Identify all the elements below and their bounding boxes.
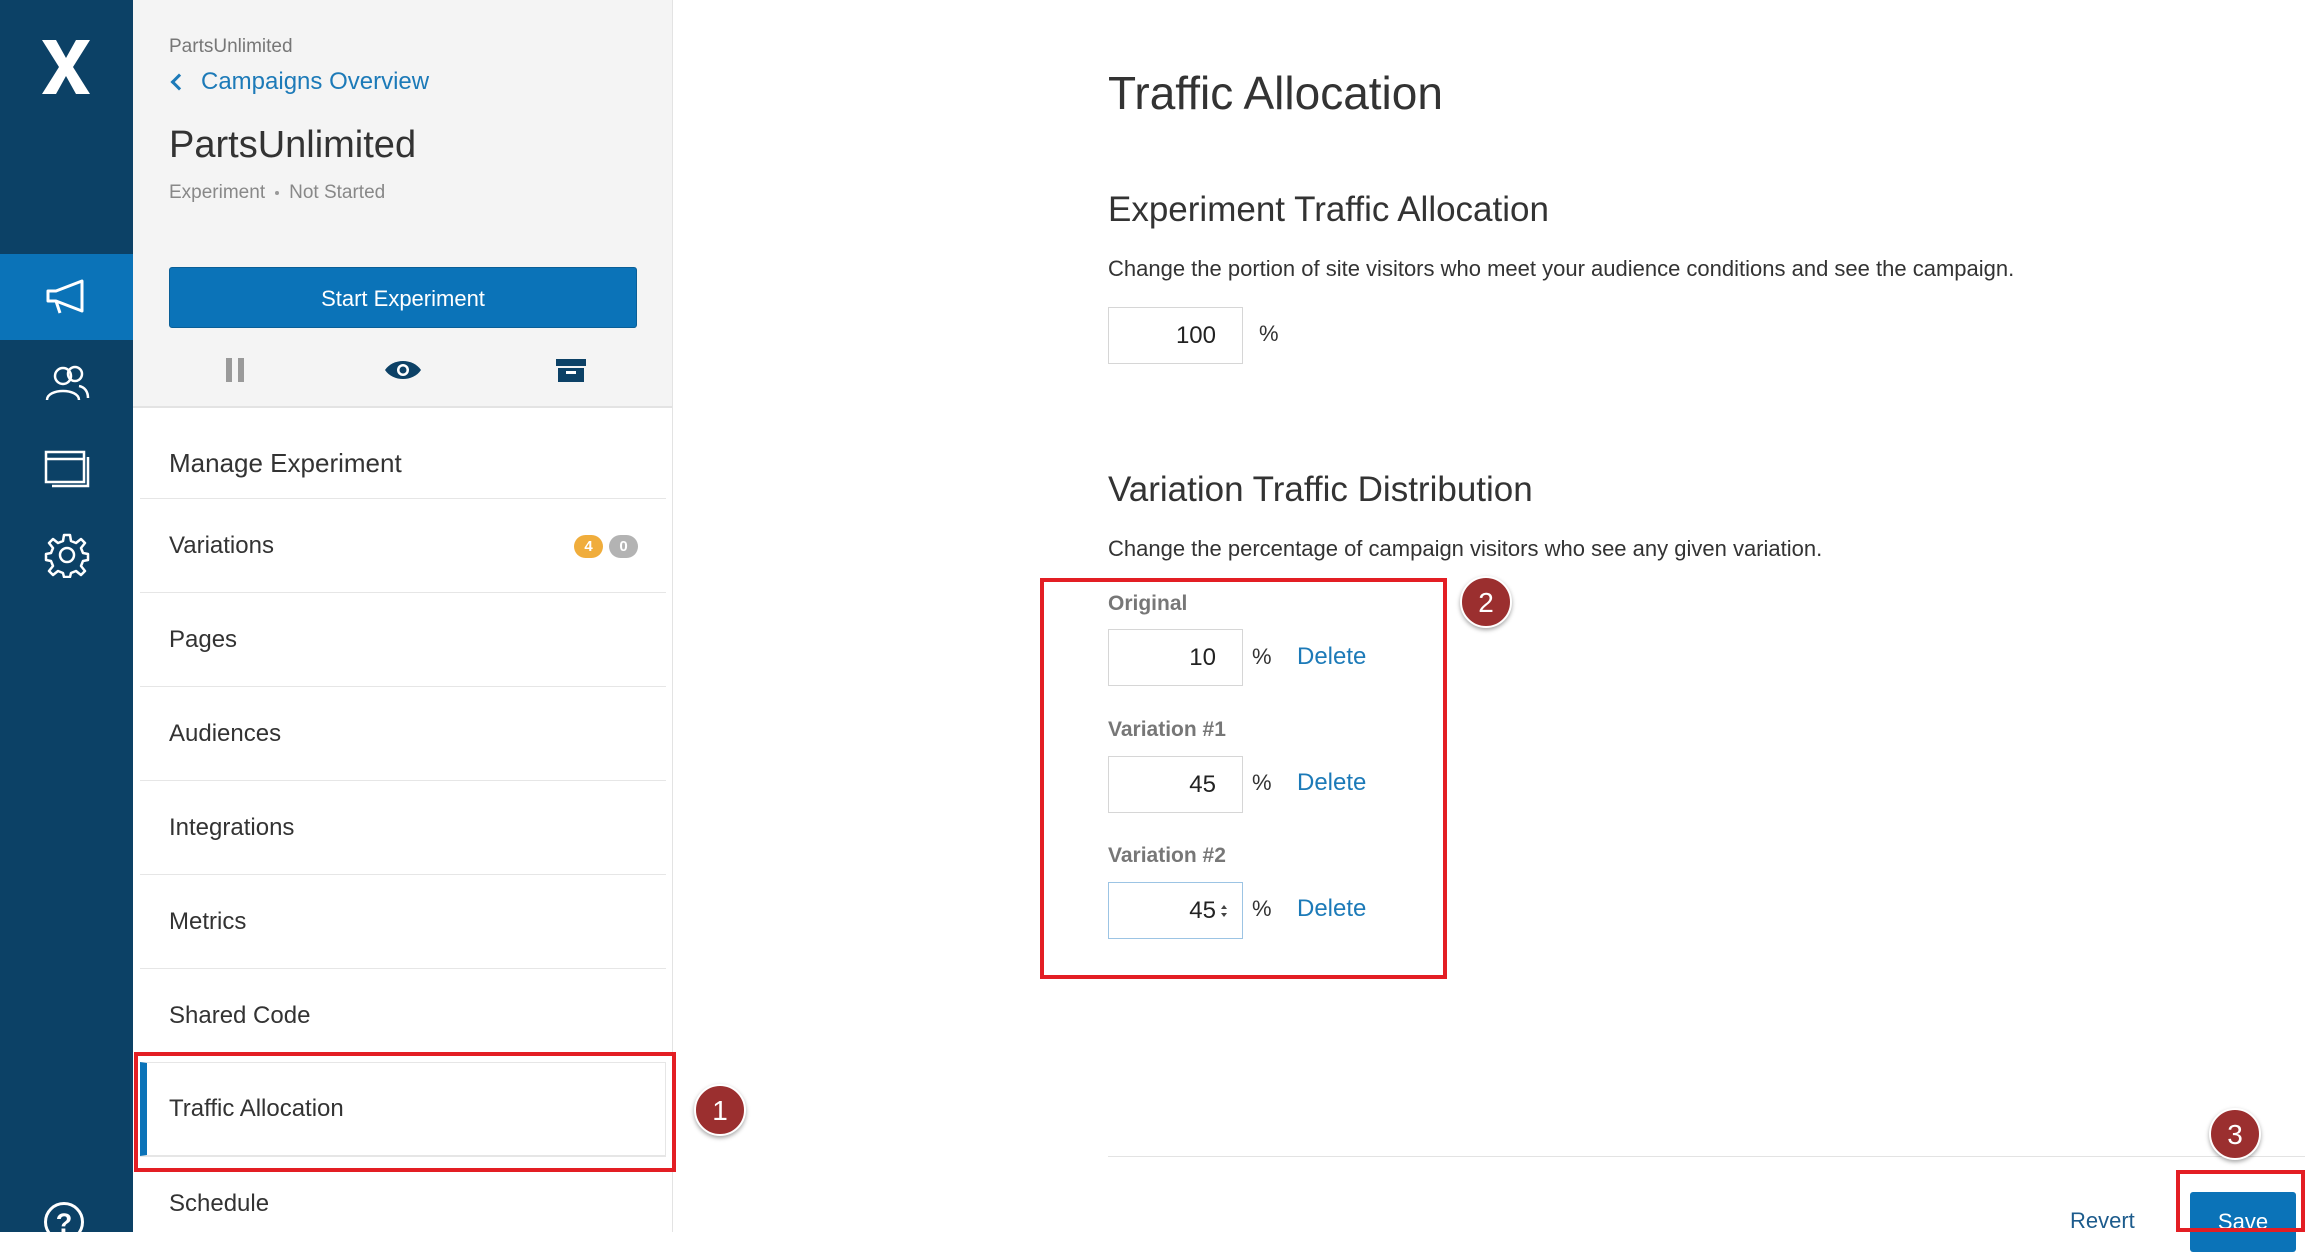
back-link[interactable]: Campaigns Overview xyxy=(169,68,429,96)
rail-item-campaigns[interactable] xyxy=(0,254,133,340)
nav-item-pages[interactable]: Pages xyxy=(140,592,666,686)
campaign-title: PartsUnlimited xyxy=(169,124,417,166)
chevron-left-icon xyxy=(170,73,188,91)
separator-dot xyxy=(275,191,280,195)
annotation-box-1 xyxy=(134,1052,676,1172)
campaign-meta: Experiment Not Started xyxy=(169,182,385,204)
app-rail: ? xyxy=(0,0,133,1242)
pause-icon xyxy=(226,358,244,382)
annotation-marker-3: 3 xyxy=(2209,1108,2261,1160)
help-icon[interactable]: ? xyxy=(44,1202,84,1242)
campaign-type: Experiment xyxy=(169,182,266,203)
variation-distribution-description: Change the percentage of campaign visito… xyxy=(1108,536,1823,561)
nav-item-label[interactable]: Metrics xyxy=(169,908,246,936)
experiment-allocation-input[interactable]: 100 xyxy=(1108,307,1243,364)
annotation-box-2 xyxy=(1040,578,1447,979)
experiment-allocation-description: Change the portion of site visitors who … xyxy=(1108,256,2015,281)
paused-count-badge: 0 xyxy=(609,535,638,558)
nav-item-shared-code[interactable]: Shared Code xyxy=(140,968,666,1062)
optimizely-logo[interactable] xyxy=(36,36,96,98)
rail-item-pages[interactable] xyxy=(0,426,133,512)
nav-item-label[interactable]: Schedule xyxy=(169,1190,269,1218)
variation-badges: 4 0 xyxy=(574,535,638,558)
annotation-marker-2: 2 xyxy=(1460,576,1512,628)
start-experiment-button[interactable]: Start Experiment xyxy=(169,267,637,328)
nav-item-metrics[interactable]: Metrics xyxy=(140,874,666,968)
nav-item-label[interactable]: Pages xyxy=(169,626,237,654)
nav-item-variations[interactable]: Variations 4 0 xyxy=(140,498,666,592)
back-link-label[interactable]: Campaigns Overview xyxy=(201,68,429,96)
eye-icon xyxy=(385,361,421,379)
revert-button[interactable]: Revert xyxy=(2070,1208,2135,1234)
audience-icon xyxy=(45,365,89,401)
archive-icon xyxy=(556,359,586,382)
nav-item-label[interactable]: Shared Code xyxy=(169,1002,310,1030)
variation-distribution-heading: Variation Traffic Distribution xyxy=(1108,470,1533,509)
gear-icon xyxy=(44,533,89,578)
rail-item-settings[interactable] xyxy=(0,512,133,598)
nav-item-label[interactable]: Audiences xyxy=(169,720,281,748)
nav-item-label[interactable]: Variations xyxy=(169,532,274,560)
experiment-allocation-heading: Experiment Traffic Allocation xyxy=(1108,190,1549,229)
manage-heading: Manage Experiment xyxy=(169,448,402,478)
campaign-header: PartsUnlimited Campaigns Overview PartsU… xyxy=(133,0,672,408)
pause-button[interactable] xyxy=(215,352,255,388)
megaphone-icon xyxy=(46,279,83,314)
nav-item-audiences[interactable]: Audiences xyxy=(140,686,666,780)
nav-item-integrations[interactable]: Integrations xyxy=(140,780,666,874)
nav-item-label[interactable]: Integrations xyxy=(169,814,294,842)
annotation-marker-1: 1 xyxy=(694,1084,746,1136)
pages-icon xyxy=(44,450,89,488)
preview-button[interactable] xyxy=(383,352,423,388)
active-count-badge: 4 xyxy=(574,535,603,558)
footer-divider xyxy=(1108,1156,2305,1157)
campaign-sidebar: PartsUnlimited Campaigns Overview PartsU… xyxy=(133,0,673,1232)
rail-item-audiences[interactable] xyxy=(0,340,133,426)
percent-label: % xyxy=(1259,321,1279,346)
campaign-status: Not Started xyxy=(289,182,386,203)
project-name: PartsUnlimited xyxy=(169,36,293,57)
annotation-box-3 xyxy=(2176,1170,2305,1232)
archive-button[interactable] xyxy=(551,352,591,388)
page-title: Traffic Allocation xyxy=(1108,67,1443,119)
